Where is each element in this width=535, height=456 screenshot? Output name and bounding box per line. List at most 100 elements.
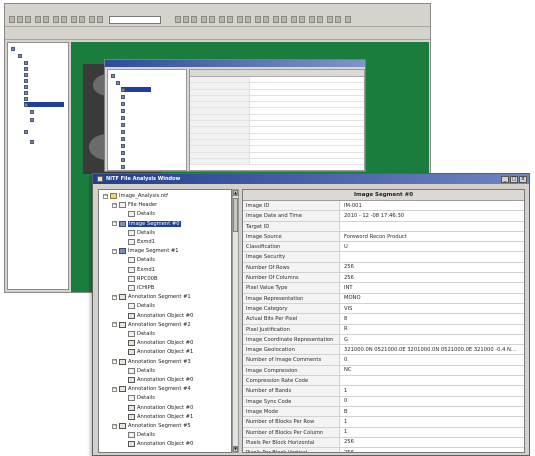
scroll-down-arrow-icon[interactable]: ▼	[233, 446, 238, 452]
property-row[interactable]: Image Sync Code 0	[243, 396, 524, 407]
property-row[interactable]: Number Of Rows 256	[243, 262, 524, 274]
toolbar-button[interactable]	[9, 16, 15, 23]
bg-tree-node[interactable]	[30, 139, 34, 144]
property-value[interactable]: IM-001	[340, 201, 524, 211]
tree-node[interactable]: Details	[121, 431, 155, 439]
toolbar-button[interactable]	[71, 16, 77, 23]
tree-node[interactable]: Details	[121, 394, 155, 402]
toolbar-button[interactable]	[227, 16, 233, 23]
toolbar-button[interactable]	[191, 16, 197, 23]
toolbar-button[interactable]	[25, 16, 31, 23]
bg-tree-node[interactable]	[24, 90, 28, 95]
property-row[interactable]: Image Source Foreword Recon Product	[243, 231, 524, 243]
scroll-up-arrow-icon[interactable]: ▲	[233, 190, 238, 196]
toolbar-combo-box[interactable]	[109, 16, 161, 24]
tree-node[interactable]: − Annotation Segment #3	[112, 358, 191, 366]
property-row[interactable]: Number of Image Comments 0	[243, 355, 524, 366]
toolbar-button[interactable]	[183, 16, 189, 23]
toolbar-button[interactable]	[35, 16, 41, 23]
property-value[interactable]: 256	[340, 448, 524, 452]
property-row[interactable]: Number of Bands 1	[243, 386, 524, 397]
property-value[interactable]: 321000.0N 0521000.0E 3201000.0N 0521000.…	[340, 345, 524, 355]
tree-scrollbar[interactable]: ▲ ▼	[232, 189, 239, 453]
toolbar-button[interactable]	[89, 16, 95, 23]
tree-node[interactable]: − Annotation Segment #1	[112, 293, 191, 301]
property-value[interactable]: G	[340, 335, 524, 345]
tree-node-selected[interactable]: − Image Segment #0	[112, 220, 181, 228]
tree-node[interactable]: Details	[121, 302, 155, 310]
bg-tree-node[interactable]	[24, 78, 28, 83]
toolbar-button[interactable]	[209, 16, 215, 23]
property-row[interactable]: Image Coordinate Representation G	[243, 334, 524, 346]
bg-tree-node[interactable]	[11, 46, 15, 51]
property-row[interactable]: Compression Rate Code	[243, 376, 524, 387]
property-grid-panel[interactable]: Image Segment #0 Image ID IM-001 Image Dat…	[242, 189, 525, 453]
property-value[interactable]: VIS	[340, 304, 524, 314]
property-row[interactable]: Pixels Per Block Vertical256	[243, 448, 524, 452]
toolbar-button[interactable]	[335, 16, 341, 23]
collapse-toggle-icon[interactable]: −	[103, 193, 108, 199]
property-row[interactable]: Number Of Columns 256	[243, 273, 524, 284]
bg-tree-node[interactable]	[24, 96, 28, 101]
property-value[interactable]: 0	[340, 396, 524, 406]
collapse-toggle-icon[interactable]: −	[112, 221, 117, 227]
mid-tree-node[interactable]	[121, 115, 125, 120]
tree-node[interactable]: Exmd1	[121, 238, 155, 246]
secondary-viewer-tree[interactable]	[107, 69, 187, 171]
mid-tree-node[interactable]	[121, 108, 125, 113]
minimize-button[interactable]: _	[501, 175, 509, 183]
mid-tree-node[interactable]	[111, 73, 115, 78]
property-value[interactable]: MONO	[340, 293, 524, 303]
collapse-toggle-icon[interactable]: −	[112, 423, 117, 429]
mid-tree-node[interactable]	[121, 129, 125, 134]
close-button[interactable]: x	[519, 175, 527, 183]
property-row[interactable]: Image ID IM-001	[243, 201, 524, 212]
toolbar-button[interactable]	[263, 16, 269, 23]
toolbar-button[interactable]	[175, 16, 181, 23]
bg-tree-node[interactable]	[30, 117, 34, 122]
tree-node[interactable]: − Annotation Segment #2	[112, 321, 191, 329]
tree-node[interactable]: Details	[121, 330, 155, 338]
background-layer-tree[interactable]	[7, 42, 69, 290]
mid-tree-node[interactable]	[121, 94, 125, 99]
mid-tree-node[interactable]	[121, 164, 125, 169]
property-value[interactable]: 1	[340, 417, 524, 427]
tree-node[interactable]: Details	[121, 210, 155, 218]
tree-node[interactable]: Annotation Object #0	[121, 404, 193, 412]
tree-node[interactable]: Annotation Object #0	[121, 376, 193, 384]
tree-node[interactable]: Annotation Object #1	[121, 348, 193, 356]
property-value[interactable]: INT	[340, 283, 524, 293]
toolbar-button[interactable]	[317, 16, 323, 23]
maximize-button[interactable]: □	[510, 175, 518, 183]
toolbar-button[interactable]	[299, 16, 305, 23]
property-value[interactable]: B	[340, 407, 524, 417]
property-value[interactable]: 2010 - 12 -08 17:46:30	[340, 211, 524, 221]
property-value[interactable]: NC	[340, 365, 524, 375]
mid-tree-node-selected[interactable]	[121, 87, 151, 92]
bg-tree-node[interactable]	[18, 53, 22, 58]
toolbar-button[interactable]	[219, 16, 225, 23]
property-value[interactable]: Foreword Recon Product	[340, 232, 524, 242]
toolbar-button[interactable]	[201, 16, 207, 23]
mid-tree-node[interactable]	[116, 80, 120, 85]
collapse-toggle-icon[interactable]: −	[112, 202, 117, 208]
property-row[interactable]: Image Mode B	[243, 406, 524, 418]
toolbar-button[interactable]	[281, 16, 287, 23]
tree-node[interactable]: Details	[121, 229, 155, 237]
property-value[interactable]: 8	[340, 314, 524, 324]
segment-tree-panel[interactable]: − Image_Analysis.ntf − File Header Details − I…	[98, 189, 232, 453]
mid-tree-node[interactable]	[121, 101, 125, 106]
bg-tree-node[interactable]	[24, 129, 28, 134]
toolbar-button[interactable]	[245, 16, 251, 23]
tree-node[interactable]: ICHIPB	[121, 284, 154, 292]
property-row[interactable]: Classification U	[243, 242, 524, 253]
toolbar-button[interactable]	[79, 16, 85, 23]
property-value[interactable]: 1	[340, 386, 524, 396]
toolbar-button[interactable]	[273, 16, 279, 23]
property-row[interactable]: Target ID	[243, 221, 524, 232]
property-row[interactable]: Number of Blocks Per Row 1	[243, 417, 524, 428]
property-row[interactable]: Actual Bits Per Pixel 8	[243, 314, 524, 325]
toolbar-button[interactable]	[97, 16, 103, 23]
tree-node[interactable]: − File Header	[112, 201, 157, 209]
bg-tree-node[interactable]	[30, 109, 34, 114]
